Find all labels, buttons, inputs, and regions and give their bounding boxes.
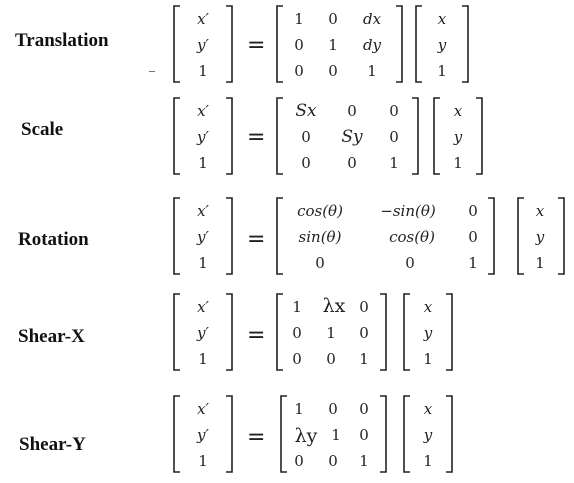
translation-m13: dx	[363, 10, 382, 28]
rotation-m32: 0	[405, 254, 415, 272]
rotation-m21: sin(θ)	[299, 228, 342, 246]
scale-m11: Sx	[295, 101, 317, 121]
shear-y-v2: y	[423, 426, 433, 444]
translation-m33: 1	[367, 62, 377, 80]
shear-x-v3: 1	[423, 350, 433, 368]
scale-v2: y	[453, 128, 463, 146]
translation-m23: dy	[363, 36, 382, 54]
shear-x-m12: λx	[323, 295, 346, 317]
shear-y-lhs-1: x′	[197, 400, 209, 418]
rotation-m31: 0	[315, 254, 325, 272]
scale-m23: 0	[389, 128, 399, 146]
rotation-equation: x′ y′ 1 = cos(θ) −sin(θ) 0 sin(θ) cos(θ)…	[173, 197, 565, 275]
rotation-v1: x	[536, 202, 545, 220]
shear-x-m23: 0	[359, 324, 369, 342]
shear-y-lhs-3: 1	[198, 452, 208, 470]
shear-x-m21: 0	[292, 324, 302, 342]
translation-lhs-3: 1	[198, 62, 208, 80]
scale-v3: 1	[453, 154, 463, 172]
scale-m31: 0	[301, 154, 311, 172]
rotation-m11: cos(θ)	[297, 202, 343, 220]
rotation-m13: 0	[468, 202, 478, 220]
shear-y-m13: 0	[359, 400, 369, 418]
scale-lhs-1: x′	[197, 102, 209, 120]
shear-x-m33: 1	[359, 350, 369, 368]
shear-y-lhs-2: y′	[196, 426, 209, 444]
scale-m32: 0	[347, 154, 357, 172]
shear-x-m11: 1	[292, 298, 302, 316]
shear-y-v1: x	[424, 400, 433, 418]
translation-lhs-2: y′	[196, 36, 209, 54]
translation-v2: y	[437, 36, 447, 54]
shear-x-lhs-1: x′	[197, 298, 209, 316]
rotation-v2: y	[535, 228, 545, 246]
shear-y-m33: 1	[359, 452, 369, 470]
shear-x-m31: 0	[292, 350, 302, 368]
shear-x-equation: x′ y′ 1 = 1 λx 0 0 1 0 0 0 1 x y 1	[173, 293, 453, 371]
translation-m21: 0	[294, 36, 304, 54]
rotation-v3: 1	[535, 254, 545, 272]
rotation-m22: cos(θ)	[389, 228, 435, 246]
scale-v1: x	[454, 102, 463, 120]
translation-v1: x	[438, 10, 447, 28]
rotation-m12: −sin(θ)	[380, 202, 436, 220]
scale-m13: 0	[389, 102, 399, 120]
scale-m21: 0	[301, 128, 311, 146]
scale-equation: x′ y′ 1 = Sx 0 0 0 Sy 0 0 0 1 x y 1	[173, 97, 483, 175]
rotation-m33: 1	[468, 254, 478, 272]
shear-x-lhs-3: 1	[198, 350, 208, 368]
shear-y-m31: 0	[294, 452, 304, 470]
rotation-lhs-2: y′	[196, 228, 209, 246]
shear-y-m23: 0	[359, 426, 369, 444]
shear-y-equals: =	[247, 425, 265, 450]
translation-m31: 0	[294, 62, 304, 80]
translation-m32: 0	[328, 62, 338, 80]
shear-y-m12: 0	[328, 400, 338, 418]
rotation-m23: 0	[468, 228, 478, 246]
scale-lhs-2: y′	[196, 128, 209, 146]
rotation-lhs-3: 1	[198, 254, 208, 272]
translation-equation: x′ y′ 1 = 1 0 dx 0 1 dy 0 0 1 x y 1	[173, 5, 469, 83]
shear-y-m32: 0	[328, 452, 338, 470]
translation-equals: =	[247, 33, 265, 58]
scale-m22: Sy	[341, 127, 363, 147]
translation-lhs-1: x′	[197, 10, 209, 28]
translation-m11: 1	[294, 10, 304, 28]
scale-m12: 0	[347, 102, 357, 120]
shear-y-m11: 1	[294, 400, 304, 418]
translation-m22: 1	[328, 36, 338, 54]
shear-x-equals: =	[247, 323, 265, 348]
shear-y-m21: λy	[295, 425, 318, 447]
equations-canvas: x′ y′ 1 = 1 0 dx 0 1 dy 0 0 1 x y 1 x′ y…	[173, 5, 565, 473]
shear-x-m22: 1	[326, 324, 336, 342]
translation-m12: 0	[328, 10, 338, 28]
shear-y-v3: 1	[423, 452, 433, 470]
scale-lhs-3: 1	[198, 154, 208, 172]
shear-y-equation: x′ y′ 1 = 1 0 0 λy 1 0 0 0 1 x y 1	[173, 395, 453, 473]
shear-x-m32: 0	[326, 350, 336, 368]
rotation-lhs-1: x′	[197, 202, 209, 220]
shear-x-v1: x	[424, 298, 433, 316]
rotation-equals: =	[247, 227, 265, 252]
scale-equals: =	[247, 125, 265, 150]
translation-v3: 1	[437, 62, 447, 80]
shear-x-v2: y	[423, 324, 433, 342]
scale-m33: 1	[389, 154, 399, 172]
shear-y-m22: 1	[331, 426, 341, 444]
shear-x-lhs-2: y′	[196, 324, 209, 342]
shear-x-m13: 0	[359, 298, 369, 316]
